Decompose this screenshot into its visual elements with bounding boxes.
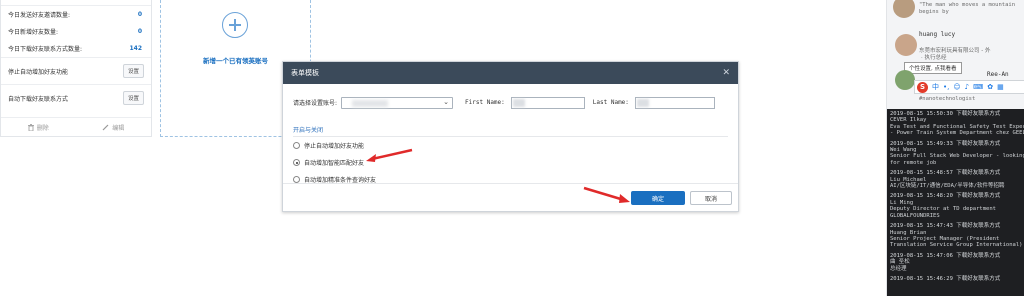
edit-label: 编辑	[112, 124, 125, 132]
stat-label: 今日下载好友联系方式数量:	[8, 46, 83, 53]
setting-row-stop-auto-add: 停止自动增加好友功能 设置	[1, 57, 151, 84]
close-icon[interactable]: ✕	[722, 68, 730, 78]
setting-row-auto-download: 自动下载好友联系方式 设置	[1, 84, 151, 111]
first-name-label: First Name:	[465, 99, 505, 106]
redacted-value	[636, 98, 649, 107]
last-name-label: Last Name:	[592, 99, 629, 106]
radio-button[interactable]	[293, 142, 300, 149]
stat-label: 今日新增好友数量:	[8, 29, 59, 36]
ime-tooltip: 个性设置, 点我看看	[904, 62, 962, 74]
chevron-down-icon: ⌄	[443, 97, 450, 106]
account-select[interactable]: ⌄	[341, 96, 454, 109]
avatar	[895, 70, 915, 90]
sogou-logo-icon[interactable]: S	[917, 81, 928, 93]
radio-label: 自动增加智能匹配好友	[304, 160, 365, 167]
log-entry: 2019-08-15 15:49:33 下载好友联系方式 Wei Wang Seni…	[890, 141, 1024, 167]
stat-row-downloads: 今日下载好友联系方式数量: 142	[1, 40, 151, 57]
log-line: Translation Service Group International)	[890, 242, 1023, 249]
card-footer: 删除 编辑	[1, 117, 151, 136]
plus-icon[interactable]	[222, 12, 248, 38]
log-entry: 2019-08-15 15:47:06 下载好友联系方式曲 圣松 总经理	[890, 253, 1022, 272]
radio-label: 停止自动增加好友功能	[304, 143, 365, 150]
log-line: GLOBALFOUNDRIES	[890, 212, 940, 219]
stat-value: 0	[137, 28, 142, 35]
profile-tagline: #nanotechnologist	[919, 96, 976, 102]
punctuation-icon[interactable]: •,	[943, 83, 949, 91]
confirm-button[interactable]: 确定	[631, 191, 685, 205]
cancel-button[interactable]: 取消	[690, 191, 732, 205]
ime-mode-label[interactable]: 中	[932, 82, 939, 92]
radio-option-smart-match[interactable]: 自动增加智能匹配好友	[293, 158, 364, 167]
radio-option-stop-auto-add[interactable]: 停止自动增加好友功能	[293, 141, 364, 150]
profile-name[interactable]: huang lucy	[919, 31, 955, 38]
log-entry: 2019-08-15 15:50:30 下载好友联系方式 CEVER Ilkay E…	[890, 111, 1024, 137]
dialog-title: 表单模板	[291, 69, 319, 77]
radio-button[interactable]	[293, 159, 300, 166]
account-field-row: 请选择设置账号: ⌄ First Name: Last Name:	[293, 96, 728, 109]
pencil-icon	[102, 124, 109, 130]
log-line: - Power Train System Department chez GEE…	[890, 130, 1024, 137]
last-name-field[interactable]	[634, 96, 715, 109]
emoji-icon[interactable]: ☺	[953, 83, 960, 91]
log-line: AI/区块链/IT/通信/EDA/半导体/软件等招聘	[890, 183, 1005, 190]
log-entry: 2019-08-15 15:47:43 下载好友联系方式 Huang Brian S…	[890, 223, 1022, 249]
keyboard-icon[interactable]: ⌨	[973, 83, 983, 91]
log-line: Senior Full Stack Web Developer - lookin…	[890, 153, 1024, 160]
download-log: 2019-08-15 15:50:30 下载好友联系方式 CEVER Ilkay E…	[887, 109, 1024, 296]
account-select-label: 请选择设置账号:	[293, 100, 338, 107]
skin-icon[interactable]: ✿	[987, 83, 993, 91]
log-entry: 2019-08-15 15:46:29 下载好友联系方式	[890, 276, 1022, 282]
delete-label: 删除	[36, 124, 49, 132]
stat-label: 今日发送好友邀请数量:	[8, 12, 71, 19]
profile-quote: "The man who moves a mountain begins by	[919, 2, 1016, 15]
first-name-field[interactable]	[510, 96, 585, 109]
profile-name-partial: Ree-An	[987, 71, 1009, 78]
toolbox-icon[interactable]: ▦	[997, 83, 1004, 91]
stat-value: 0	[137, 11, 142, 18]
stat-row-invites: 今日发送好友邀请数量: 0	[1, 6, 151, 23]
edit-button[interactable]: 编辑	[102, 123, 124, 132]
microphone-icon[interactable]: ♪	[965, 83, 969, 91]
dialog-footer: 确定 取消	[283, 183, 738, 211]
log-line: for remote job	[890, 159, 937, 166]
settings-button[interactable]: 设置	[122, 64, 144, 78]
setting-label: 自动下载好友联系方式	[8, 95, 69, 103]
form-template-dialog: 表单模板 ✕ 请选择设置账号: ⌄ First Name: Last Name:…	[282, 61, 739, 212]
log-entry: 2019-08-15 15:48:57 下载好友联系方式 Liu Michael A…	[890, 170, 1022, 189]
avatar	[893, 0, 915, 18]
log-timestamp: 2019-08-15 15:46:29 下载好友联系方式	[890, 275, 1001, 282]
stat-value: 142	[129, 45, 142, 52]
avatar	[895, 34, 917, 56]
log-entry: 2019-08-15 15:48:20 下载好友联系方式 Li Ming Deput…	[890, 193, 1022, 219]
trash-icon	[27, 123, 34, 131]
radio-button[interactable]	[293, 176, 300, 183]
log-line: 总经理	[890, 265, 907, 272]
dialog-header: 表单模板 ✕	[283, 62, 738, 84]
redacted-value	[512, 98, 525, 107]
delete-button[interactable]: 删除	[27, 123, 49, 132]
settings-button[interactable]: 设置	[122, 91, 144, 105]
redacted-value	[352, 99, 389, 107]
profile-title: · 执行总经	[921, 55, 947, 61]
activity-side-panel: "The man who moves a mountain begins by …	[886, 0, 1024, 296]
section-title-toggle: 开启与关闭	[293, 125, 728, 137]
account-stats-card: 今日发送好友邀请数量: 0 今日新增好友数量: 0 今日下载好友联系方式数量: …	[0, 0, 152, 137]
stat-row-new-friends: 今日新增好友数量: 0	[1, 23, 151, 40]
setting-label: 停止自动增加好友功能	[8, 68, 69, 76]
ime-toolbar[interactable]: S 中 •, ☺ ♪ ⌨ ✿ ▦	[914, 80, 1024, 94]
